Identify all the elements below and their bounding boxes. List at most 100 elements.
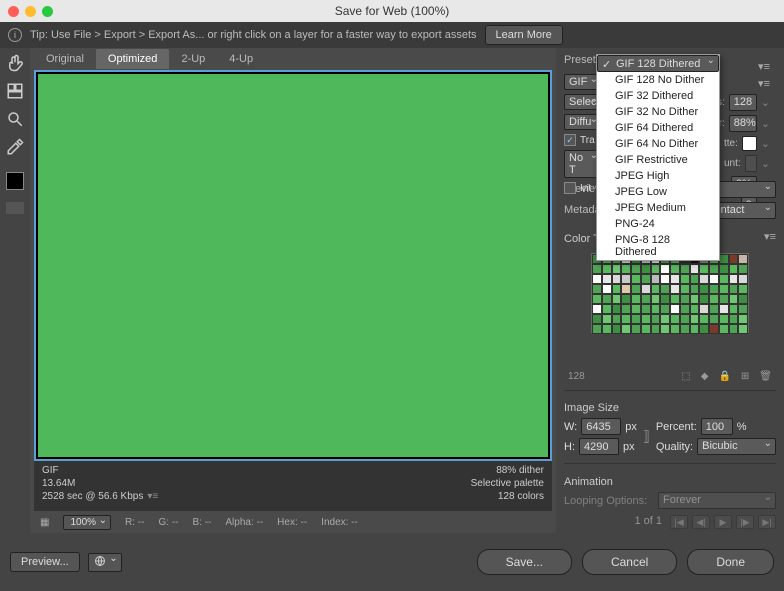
slice-tool-icon[interactable]	[6, 82, 24, 100]
dither-input[interactable]: 88%	[729, 115, 757, 132]
color-swatch[interactable]	[699, 264, 709, 274]
color-swatch[interactable]	[680, 314, 690, 324]
color-swatch[interactable]	[592, 274, 602, 284]
link-dimensions-icon[interactable]: ⟧	[643, 428, 650, 445]
color-swatch[interactable]	[602, 284, 612, 294]
color-swatch[interactable]	[719, 294, 729, 304]
color-swatch[interactable]	[719, 324, 729, 334]
preset-option[interactable]: GIF 32 No Dither	[597, 104, 719, 120]
color-swatch[interactable]	[602, 324, 612, 334]
tab-optimized[interactable]: Optimized	[96, 49, 170, 69]
color-swatch[interactable]	[680, 304, 690, 314]
color-swatch[interactable]	[621, 284, 631, 294]
preset-option[interactable]: JPEG High	[597, 168, 719, 184]
color-swatch[interactable]	[612, 304, 622, 314]
color-swatch[interactable]	[612, 314, 622, 324]
color-swatch[interactable]	[651, 284, 661, 294]
lock-color-icon[interactable]: 🔒	[718, 371, 730, 382]
preset-option[interactable]: GIF 128 Dithered	[597, 55, 719, 72]
color-swatch[interactable]	[602, 304, 612, 314]
preset-option[interactable]: GIF 64 Dithered	[597, 120, 719, 136]
color-swatch[interactable]	[670, 314, 680, 324]
color-swatch[interactable]	[690, 264, 700, 274]
percent-input[interactable]	[701, 418, 733, 435]
optimize-menu-icon[interactable]: ▾≡	[758, 77, 770, 90]
color-swatch[interactable]	[699, 314, 709, 324]
color-swatch[interactable]	[651, 304, 661, 314]
save-button[interactable]: Save...	[477, 549, 572, 575]
color-swatch[interactable]	[680, 324, 690, 334]
color-swatch[interactable]	[699, 304, 709, 314]
color-swatch[interactable]	[592, 284, 602, 294]
swap-colors-icon[interactable]	[6, 202, 24, 214]
grid-toggle-icon[interactable]: ▦	[40, 517, 49, 528]
color-swatch[interactable]	[631, 314, 641, 324]
color-swatch[interactable]	[631, 274, 641, 284]
color-swatch[interactable]	[651, 264, 661, 274]
color-swatch[interactable]	[641, 264, 651, 274]
panel-menu-icon[interactable]: ▾≡	[758, 60, 770, 73]
color-swatch[interactable]	[729, 304, 739, 314]
color-swatch[interactable]	[729, 274, 739, 284]
modem-menu-icon[interactable]: ▾≡	[147, 491, 158, 502]
preview-canvas[interactable]	[34, 70, 552, 461]
color-swatch[interactable]	[641, 294, 651, 304]
color-swatch[interactable]	[680, 284, 690, 294]
zoom-tool-icon[interactable]	[6, 110, 24, 128]
color-swatch[interactable]	[592, 324, 602, 334]
color-swatch[interactable]	[641, 284, 651, 294]
tab-2up[interactable]: 2-Up	[169, 49, 217, 69]
transparency-checkbox[interactable]	[564, 134, 576, 146]
color-swatch[interactable]	[660, 274, 670, 284]
color-swatch[interactable]	[592, 304, 602, 314]
colortable-menu-icon[interactable]: ▾≡	[764, 230, 776, 243]
color-swatch[interactable]	[680, 274, 690, 284]
color-swatch[interactable]	[738, 284, 748, 294]
color-swatch[interactable]	[670, 294, 680, 304]
map-to-transparent-icon[interactable]: ⬚	[681, 371, 690, 382]
color-swatch[interactable]	[729, 314, 739, 324]
color-swatch[interactable]	[641, 304, 651, 314]
color-swatch[interactable]	[690, 274, 700, 284]
color-swatch[interactable]	[738, 254, 748, 264]
color-swatch[interactable]	[699, 324, 709, 334]
color-swatch[interactable]	[612, 264, 622, 274]
preset-option[interactable]: GIF Restrictive	[597, 152, 719, 168]
color-swatch[interactable]	[602, 274, 612, 284]
color-swatch[interactable]	[602, 264, 612, 274]
color-swatch[interactable]	[690, 314, 700, 324]
cancel-button[interactable]: Cancel	[582, 549, 677, 575]
color-table-grid[interactable]	[591, 253, 749, 333]
color-swatch[interactable]	[621, 274, 631, 284]
color-swatch[interactable]	[719, 264, 729, 274]
color-swatch[interactable]	[660, 294, 670, 304]
color-swatch[interactable]	[738, 294, 748, 304]
color-swatch[interactable]	[738, 314, 748, 324]
color-swatch[interactable]	[612, 284, 622, 294]
color-swatch[interactable]	[592, 294, 602, 304]
color-swatch[interactable]	[621, 314, 631, 324]
color-swatch[interactable]	[660, 284, 670, 294]
color-swatch[interactable]	[729, 264, 739, 274]
height-input[interactable]	[579, 438, 619, 455]
preset-option[interactable]: PNG-8 128 Dithered	[597, 232, 719, 260]
color-swatch[interactable]	[670, 324, 680, 334]
color-swatch[interactable]	[690, 284, 700, 294]
color-swatch[interactable]	[612, 324, 622, 334]
color-swatch[interactable]	[729, 324, 739, 334]
color-swatch[interactable]	[641, 314, 651, 324]
color-swatch[interactable]	[680, 294, 690, 304]
color-swatch[interactable]	[719, 314, 729, 324]
preset-option[interactable]: PNG-24	[597, 216, 719, 232]
color-swatch[interactable]	[660, 324, 670, 334]
preset-option[interactable]: GIF 32 Dithered	[597, 88, 719, 104]
foreground-color-swatch[interactable]	[6, 172, 24, 190]
color-swatch[interactable]	[719, 254, 729, 264]
color-swatch[interactable]	[631, 324, 641, 334]
preset-dropdown[interactable]: GIF 128 DitheredGIF 128 No DitherGIF 32 …	[596, 54, 720, 261]
color-swatch[interactable]	[621, 324, 631, 334]
eyedropper-tool-icon[interactable]	[6, 138, 24, 156]
colors-input[interactable]: 128	[729, 94, 757, 111]
color-swatch[interactable]	[729, 254, 739, 264]
color-swatch[interactable]	[690, 294, 700, 304]
